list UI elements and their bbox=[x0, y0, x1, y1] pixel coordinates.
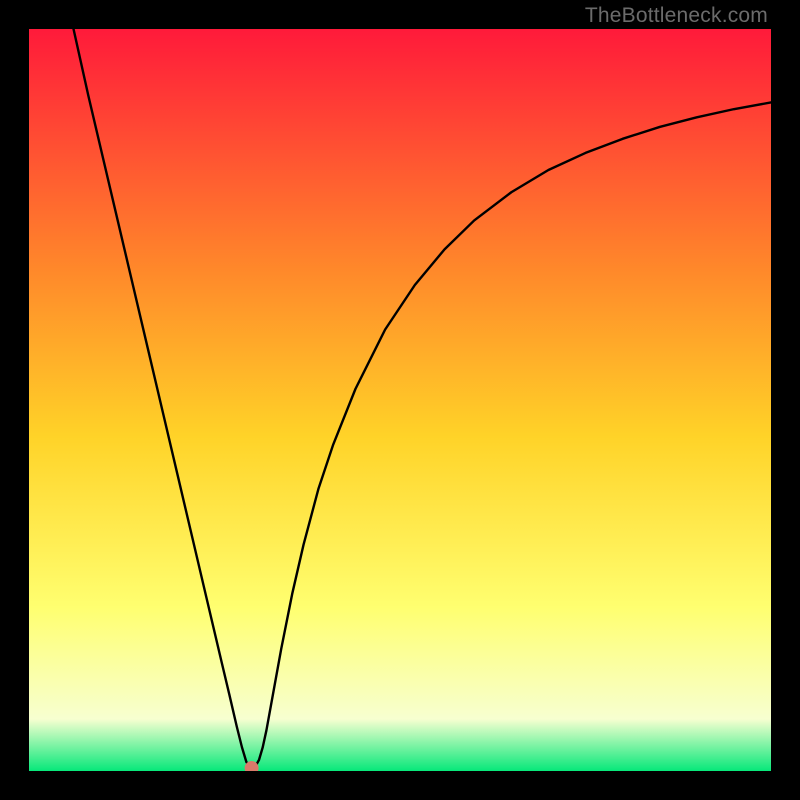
chart-svg bbox=[29, 29, 771, 771]
gradient-background bbox=[29, 29, 771, 771]
watermark-text: TheBottleneck.com bbox=[585, 4, 768, 28]
chart-frame bbox=[29, 29, 771, 771]
